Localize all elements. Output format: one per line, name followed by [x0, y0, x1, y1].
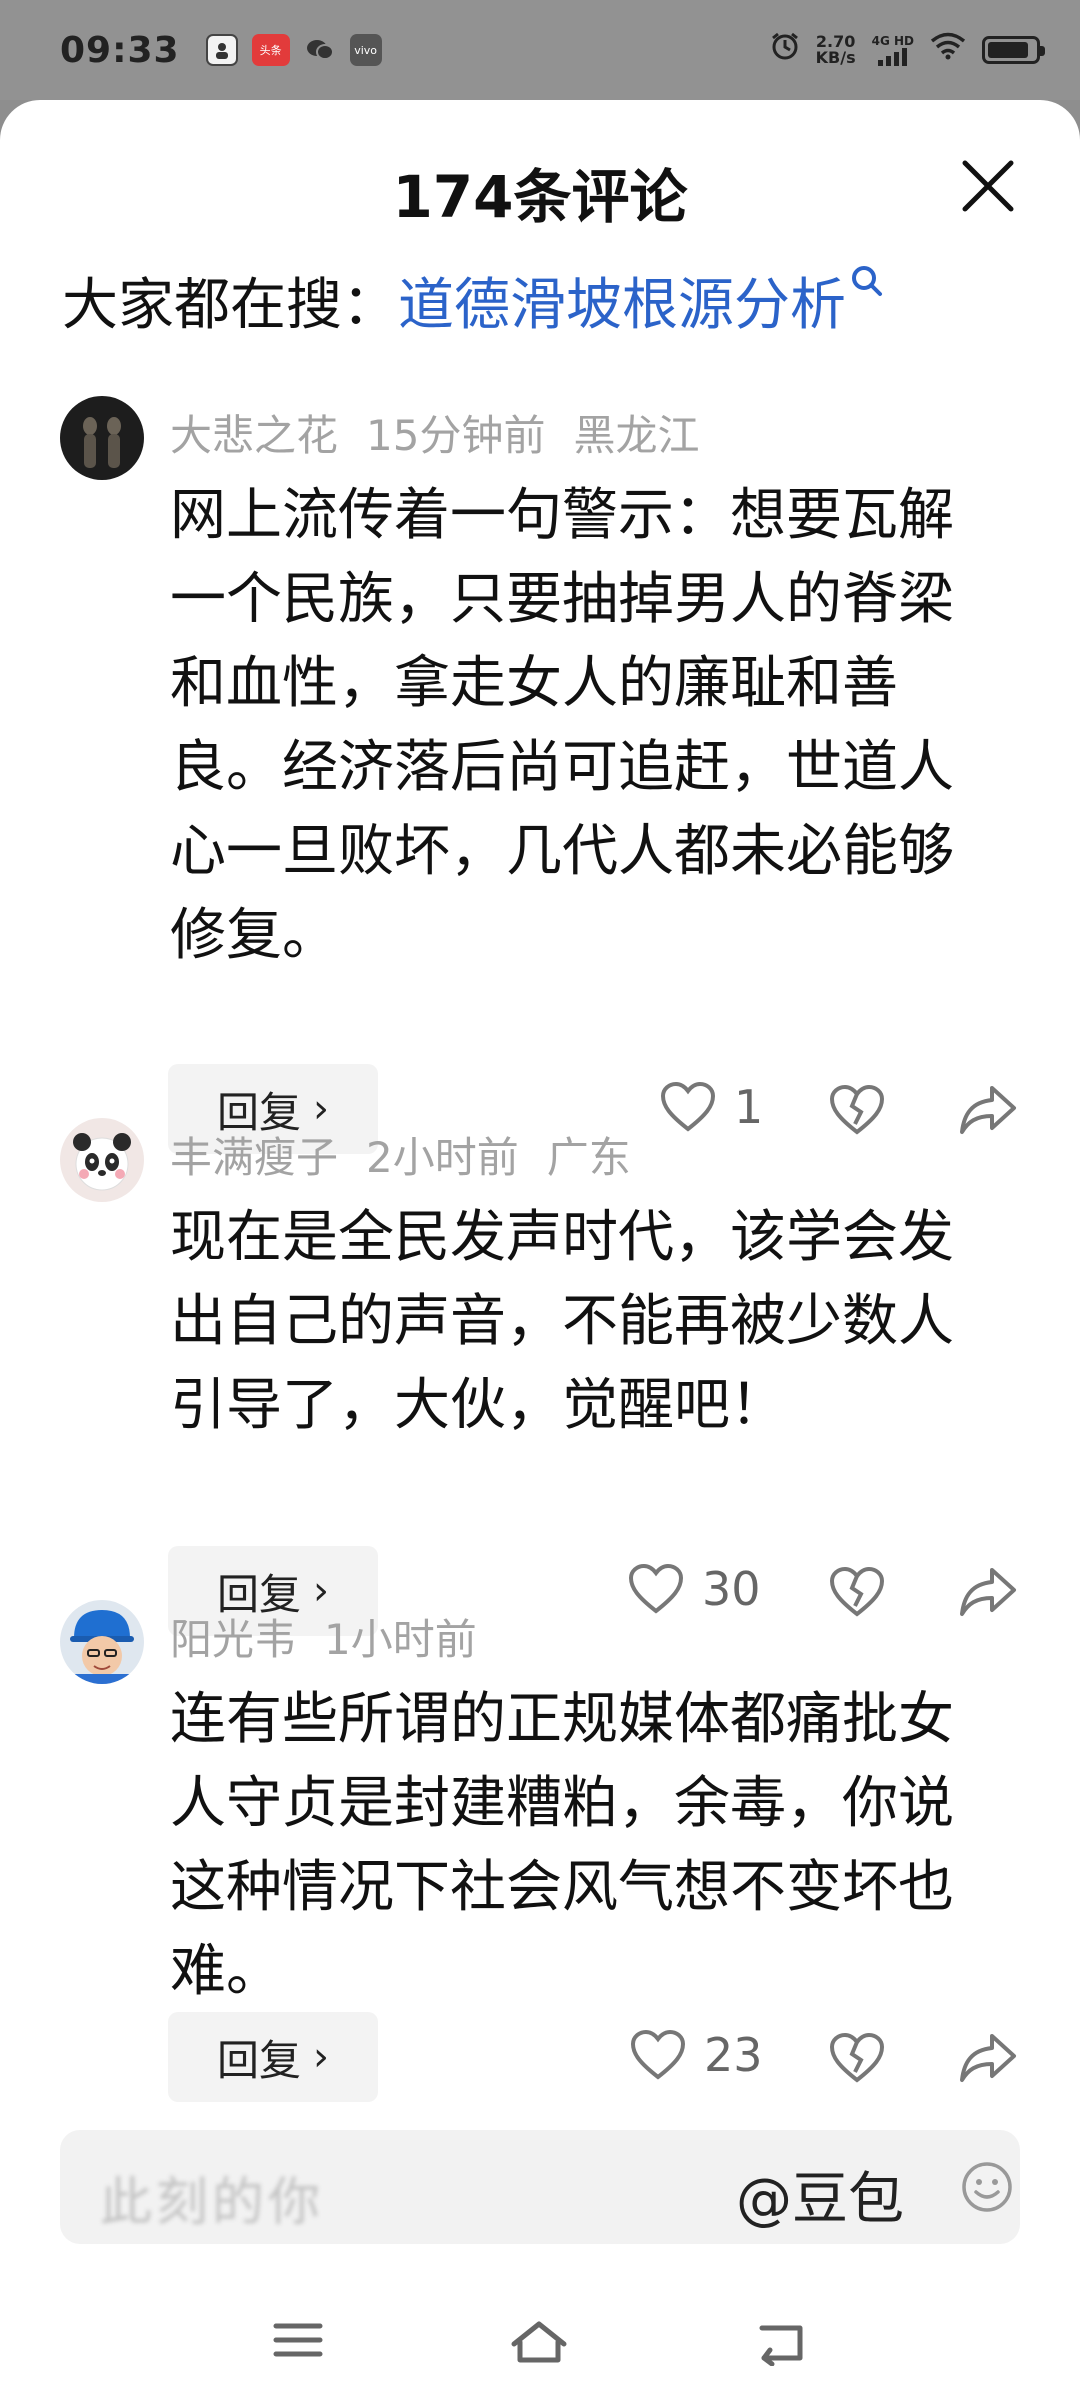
comment-author[interactable]: 阳光韦	[170, 1615, 296, 1664]
comment-location: 广东	[546, 1133, 631, 1182]
like-count: 23	[704, 2028, 763, 2082]
system-nav-bar	[0, 2290, 1080, 2408]
signal-indicator: 4G HD	[872, 34, 914, 66]
reply-label: 回复	[216, 2035, 301, 2085]
avatar[interactable]	[60, 1118, 144, 1202]
avatar[interactable]	[60, 1600, 144, 1684]
like-count: 30	[702, 1562, 761, 1616]
like-button[interactable]: 30	[628, 1562, 761, 1616]
close-icon	[962, 160, 1014, 212]
signal-bars-icon	[878, 48, 908, 66]
comment-meta: 阳光韦 1小时前	[170, 1606, 533, 1667]
reply-button[interactable]: 回复 ›	[168, 2012, 378, 2102]
comment-author[interactable]: 大悲之花	[170, 411, 338, 460]
comment-input[interactable]: 此刻的你 @豆包	[60, 2130, 1020, 2244]
back-icon[interactable]	[754, 2318, 808, 2366]
avatar[interactable]	[60, 396, 144, 480]
trending-search: 大家都在搜： 道德滑坡根源分析	[62, 260, 884, 341]
toutiao-notification-icon: 头条	[251, 34, 290, 66]
comment-text: 网上流传着一句警示：想要瓦解一个民族，只要抽掉男人的脊梁和血性，拿走女人的廉耻和…	[170, 483, 954, 968]
status-indicators: 2.70 KB/s 4G HD	[770, 31, 1045, 69]
comment-text: 现在是全民发声时代，该学会发出自己的声音，不能再被少数人引导了，大伙，觉醒吧！	[170, 1205, 954, 1438]
comment-input-placeholder: 此刻的你	[100, 2173, 325, 2233]
alarm-icon	[770, 31, 800, 69]
status-bar: 09:33 头条 vivo 2.70 KB/s 4G HD	[0, 0, 1080, 100]
like-button[interactable]: 23	[630, 2028, 763, 2082]
broken-heart-icon[interactable]	[828, 1566, 886, 1618]
notification-icons: 头条 vivo	[205, 34, 382, 66]
mention-doubao-button[interactable]: @豆包	[736, 2154, 904, 2235]
battery-icon	[982, 36, 1045, 64]
comment-author[interactable]: 丰满瘦子	[170, 1133, 338, 1182]
share-icon[interactable]	[958, 1084, 1018, 1136]
broken-heart-icon[interactable]	[828, 1084, 886, 1136]
menu-icon[interactable]	[272, 2318, 324, 2362]
heart-icon	[628, 1563, 684, 1614]
heart-icon	[630, 2029, 686, 2080]
wifi-icon	[930, 32, 966, 68]
share-icon[interactable]	[958, 1566, 1018, 1618]
search-icon[interactable]	[850, 264, 884, 298]
net-speed: 2.70 KB/s	[816, 34, 856, 66]
comment-text: 连有些所谓的正规媒体都痛批女人守贞是封建糟粕，余毒，你说这种情况下社会风气想不变…	[170, 1687, 954, 2004]
trending-search-label: 大家都在搜：	[62, 273, 398, 338]
chevron-right-icon: ›	[313, 2034, 329, 2080]
close-button[interactable]	[950, 148, 1026, 224]
wechat-notification-icon	[304, 34, 336, 66]
trending-search-link[interactable]: 道德滑坡根源分析	[398, 260, 846, 341]
sheet-title: 174条评论	[392, 163, 688, 231]
home-icon[interactable]	[508, 2318, 570, 2366]
broken-heart-icon[interactable]	[828, 2032, 886, 2084]
comment-time: 1小时前	[324, 1615, 477, 1664]
share-icon[interactable]	[958, 2032, 1018, 2084]
comment-time: 2小时前	[366, 1133, 519, 1182]
net-speed-unit: KB/s	[815, 48, 856, 67]
profile-notification-icon	[205, 34, 238, 66]
like-count: 1	[734, 1080, 764, 1134]
status-time: 09:33	[60, 29, 180, 71]
emoji-icon[interactable]	[960, 2160, 1014, 2214]
comment-time: 15分钟前	[366, 411, 546, 460]
comment-location: 黑龙江	[573, 411, 700, 460]
like-button[interactable]: 1	[660, 1080, 763, 1134]
vivo-notification-icon: vivo	[349, 34, 382, 66]
comment-sheet: 174条评论 大家都在搜： 道德滑坡根源分析 大悲之花 15分钟前 黑龙江 网上流传…	[0, 100, 1080, 2408]
heart-icon	[660, 1081, 716, 1132]
comment-meta: 大悲之花 15分钟前 黑龙江	[170, 402, 727, 463]
network-type: 4G HD	[871, 34, 914, 48]
comment-meta: 丰满瘦子 2小时前 广东	[170, 1124, 659, 1185]
